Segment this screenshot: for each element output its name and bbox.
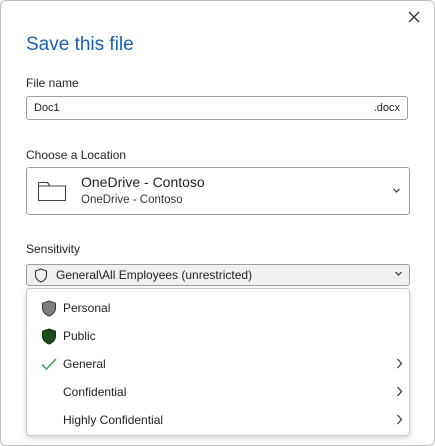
sensitivity-label: Sensitivity	[26, 242, 81, 256]
close-icon	[408, 11, 420, 23]
menu-item-public[interactable]: Public	[27, 322, 409, 350]
menu-item-label: Public	[63, 329, 96, 343]
close-button[interactable]	[404, 7, 424, 27]
sensitivity-selected: General\All Employees (unrestricted)	[56, 268, 253, 282]
folder-icon	[37, 179, 67, 203]
location-subtitle: OneDrive - Contoso	[81, 194, 183, 206]
chevron-down-icon	[392, 187, 401, 194]
file-name-field[interactable]: Doc1 .docx	[26, 96, 408, 120]
menu-item-general[interactable]: General	[27, 350, 409, 378]
shield-icon	[34, 267, 48, 283]
menu-item-personal[interactable]: Personal	[27, 294, 409, 322]
chevron-down-icon	[394, 270, 403, 277]
location-name: OneDrive - Contoso	[81, 174, 205, 190]
location-dropdown[interactable]: OneDrive - Contoso OneDrive - Contoso	[26, 167, 410, 215]
shield-gray-icon	[37, 299, 61, 317]
checkmark-icon	[37, 357, 61, 371]
file-name-label: File name	[26, 76, 79, 90]
file-name-value[interactable]: Doc1	[34, 102, 60, 114]
file-extension: .docx	[373, 102, 400, 114]
save-dialog: Save this file File name Doc1 .docx Choo…	[0, 0, 435, 446]
chevron-right-icon	[396, 414, 403, 425]
chevron-right-icon	[396, 358, 403, 369]
menu-item-label: General	[63, 357, 106, 371]
menu-item-label: Highly Confidential	[63, 413, 164, 427]
sensitivity-dropdown[interactable]: General\All Employees (unrestricted)	[26, 264, 410, 286]
menu-item-label: Personal	[63, 301, 111, 315]
shield-green-icon	[37, 327, 61, 345]
dialog-title: Save this file	[26, 34, 134, 55]
chevron-right-icon	[396, 386, 403, 397]
menu-item-label: Confidential	[63, 385, 127, 399]
sensitivity-menu: Personal Public General Confidential Hig…	[26, 288, 410, 436]
menu-item-confidential[interactable]: Confidential	[27, 378, 409, 406]
menu-item-highly-confidential[interactable]: Highly Confidential	[27, 406, 409, 434]
location-label: Choose a Location	[26, 148, 127, 162]
